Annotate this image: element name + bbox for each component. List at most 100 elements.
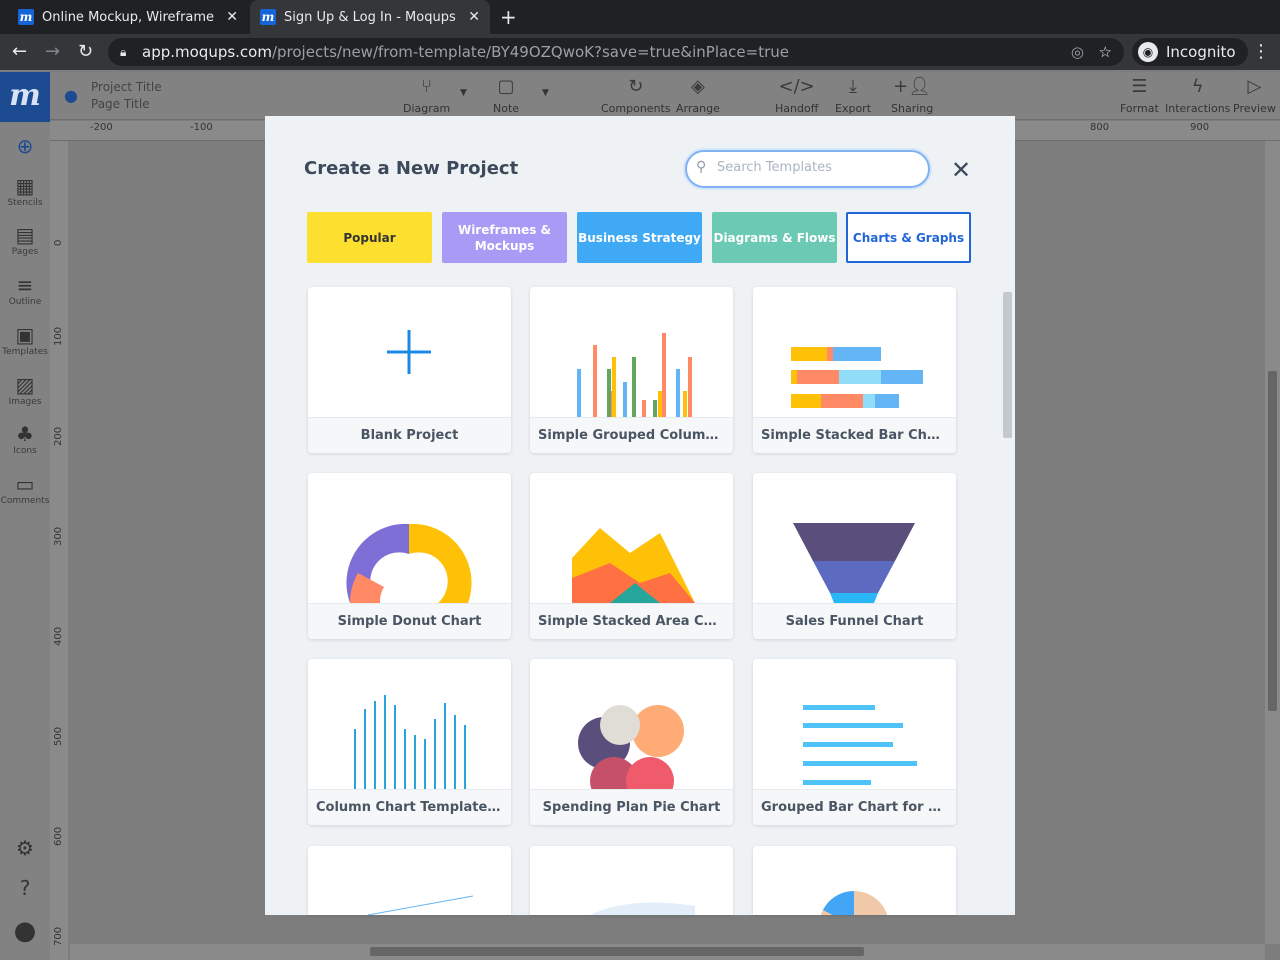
handoff-tool[interactable]: </> Handoff	[775, 76, 818, 115]
sidebar-item-stencils[interactable]: ▦ Stencils	[0, 174, 50, 208]
modal-scrollbar[interactable]	[1002, 282, 1012, 912]
moqups-favicon-icon: m	[18, 9, 34, 25]
category-diagrams[interactable]: Diagrams & Flows	[712, 212, 837, 263]
play-icon: ▷	[1247, 76, 1262, 97]
components-tool[interactable]: ↻ Components	[601, 76, 671, 115]
menu-kebab-icon[interactable]: ⋮	[1252, 41, 1270, 62]
template-card-blank[interactable]: Blank Project	[308, 287, 511, 453]
canvas-horizontal-scrollbar[interactable]	[70, 944, 1265, 960]
add-button[interactable]: ⊕	[0, 134, 50, 158]
reload-icon[interactable]: ↻	[78, 41, 93, 62]
template-card[interactable]: Simple Grouped Column...	[530, 287, 733, 453]
browser-tab[interactable]: m Online Mockup, Wireframe ✕	[8, 0, 248, 34]
star-icon[interactable]: ☆	[1099, 38, 1112, 66]
components-icon: ↻	[628, 76, 644, 97]
close-tab-icon[interactable]: ✕	[468, 9, 480, 25]
lock-icon: 🔒︎	[120, 45, 127, 59]
search-templates-field[interactable]: ⚲	[685, 150, 930, 188]
settings-button[interactable]: ⚙	[0, 836, 50, 860]
export-tool[interactable]: ⤓ Export	[835, 76, 871, 115]
browser-tab-active[interactable]: m Sign Up & Log In - Moqups ✕	[250, 0, 490, 34]
plus-circle-icon: ⊕	[16, 134, 34, 158]
template-card[interactable]: Grouped Bar Chart for U...	[753, 659, 956, 825]
diagram-icon: ⑂	[421, 76, 433, 97]
pages-icon: ▤	[15, 223, 35, 247]
arrange-tool[interactable]: ◈ Arrange	[676, 76, 720, 115]
scroll-thumb[interactable]	[1003, 292, 1012, 438]
template-card[interactable]	[308, 846, 511, 915]
left-sidebar: ⊕ ▦ Stencils ▤ Pages ≡ Outline ▣ Templates ▨…	[0, 122, 50, 960]
grouped-column-thumbnail	[577, 333, 692, 417]
download-icon: ⤓	[849, 76, 857, 97]
project-title-block[interactable]: Project Title Page Title	[91, 79, 162, 113]
note-dropdown-icon[interactable]: ▼	[542, 88, 549, 98]
sidebar-item-templates[interactable]: ▣ Templates	[0, 323, 50, 357]
note-tool[interactable]: ▢ Note	[493, 76, 519, 115]
donut-thumbnail	[346, 523, 472, 603]
forward-icon[interactable]: →	[45, 41, 60, 62]
new-tab-icon[interactable]: +	[500, 5, 517, 29]
template-card[interactable]: Simple Stacked Area Ch...	[530, 473, 733, 639]
stacked-area-thumbnail	[572, 528, 695, 603]
moqups-favicon-icon: m	[260, 9, 276, 25]
help-icon: ?	[19, 876, 31, 900]
templates-icon: ▣	[15, 323, 35, 347]
code-icon: </>	[778, 76, 815, 97]
add-user-icon: +👤︎	[893, 76, 932, 97]
template-card[interactable]: Simple Stacked Bar Chart	[753, 287, 956, 453]
preview-tool[interactable]: ▷ Preview	[1233, 76, 1276, 115]
ruler-vertical: 0 100 200 300 400 500 600 700	[50, 141, 68, 960]
canvas-vertical-scrollbar[interactable]	[1265, 141, 1280, 944]
globe-icon[interactable]: ●	[64, 86, 78, 105]
scroll-thumb[interactable]	[370, 947, 864, 956]
template-card[interactable]: Simple Donut Chart	[308, 473, 511, 639]
close-tab-icon[interactable]: ✕	[226, 9, 238, 25]
sidebar-item-outline[interactable]: ≡ Outline	[0, 273, 50, 307]
sidebar-item-pages[interactable]: ▤ Pages	[0, 223, 50, 257]
incognito-badge[interactable]: ◉ Incognito	[1132, 38, 1248, 66]
column-chart-thumbnail	[354, 695, 466, 789]
sliders-icon: ☰	[1131, 76, 1148, 97]
layers-icon: ◈	[691, 76, 705, 97]
note-icon: ▢	[497, 76, 515, 97]
gear-icon: ⚙	[16, 836, 34, 860]
diagram-dropdown-icon[interactable]: ▼	[460, 88, 467, 98]
eye-off-icon[interactable]: ◎	[1071, 38, 1084, 66]
template-card[interactable]	[530, 846, 733, 915]
browser-tab-bar: m Online Mockup, Wireframe ✕ m Sign Up & Lo…	[0, 0, 1280, 34]
sidebar-item-icons[interactable]: ♣ Icons	[0, 422, 50, 456]
format-tool[interactable]: ☰ Format	[1120, 76, 1159, 115]
sidebar-item-comments[interactable]: ▭ Comments	[0, 472, 50, 506]
template-card[interactable]: Column Chart Template ...	[308, 659, 511, 825]
url-input[interactable]: 🔒︎ app.moqups.com/projects/new/from-templ…	[108, 38, 1124, 66]
modal-title: Create a New Project	[304, 158, 519, 179]
template-card[interactable]: Spending Plan Pie Chart	[530, 659, 733, 825]
diagram-tool[interactable]: ⑂ Diagram	[403, 76, 450, 115]
interactions-tool[interactable]: ϟ Interactions	[1165, 76, 1230, 115]
close-modal-button[interactable]: ✕	[951, 156, 971, 184]
pie-thumbnail	[820, 891, 888, 915]
user-avatar[interactable]: ●	[0, 916, 50, 946]
category-business-strategy[interactable]: Business Strategy	[577, 212, 702, 263]
template-card[interactable]	[753, 846, 956, 915]
help-button[interactable]: ?	[0, 876, 50, 900]
category-charts-graphs[interactable]: Charts & Graphs	[846, 212, 971, 263]
sidebar-item-images[interactable]: ▨ Images	[0, 373, 50, 407]
club-icon: ♣	[16, 422, 34, 446]
template-card[interactable]: Sales Funnel Chart	[753, 473, 956, 639]
category-wireframes[interactable]: Wireframes & Mockups	[442, 212, 567, 263]
sharing-tool[interactable]: +👤︎ Sharing	[891, 76, 933, 115]
area-chart-thumbnail	[590, 902, 695, 915]
moqups-logo[interactable]: m	[0, 72, 50, 122]
search-templates-input[interactable]	[717, 160, 907, 175]
back-icon[interactable]: ←	[12, 41, 27, 62]
lightning-icon: ϟ	[1191, 76, 1204, 97]
grouped-bar-thumbnail	[803, 705, 917, 785]
comment-icon: ▭	[15, 472, 35, 496]
image-icon: ▨	[15, 373, 35, 397]
stacked-bar-thumbnail	[791, 347, 923, 408]
category-popular[interactable]: Popular	[307, 212, 432, 263]
incognito-icon: ◉	[1138, 42, 1158, 62]
create-project-modal: Create a New Project ⚲ ✕ Popular Wirefra…	[265, 116, 1015, 915]
scroll-thumb[interactable]	[1268, 371, 1277, 711]
